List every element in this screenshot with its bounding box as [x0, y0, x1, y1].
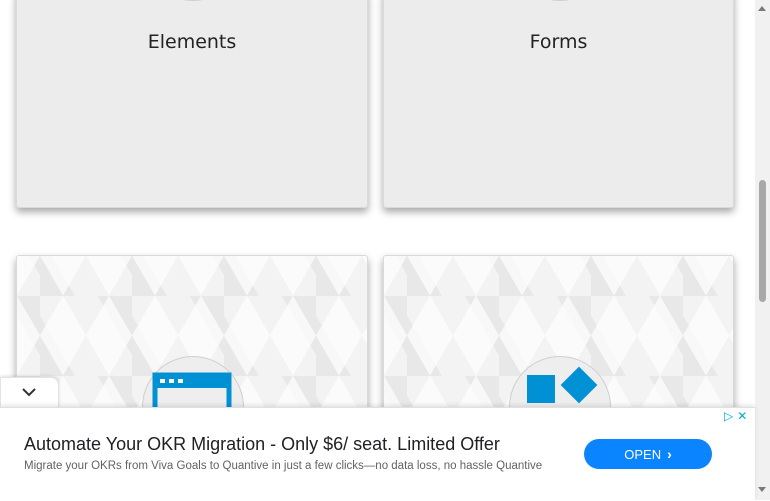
close-icon[interactable]: ✕ — [737, 408, 747, 424]
scroll-up-arrow-icon[interactable] — [758, 6, 766, 11]
card-elements[interactable]: Elements — [16, 0, 368, 208]
ad-banner[interactable]: ▷ ✕ Automate Your OKR Migration - Only $… — [0, 407, 755, 501]
scroll-down-arrow-icon[interactable] — [758, 487, 766, 492]
ad-description: Migrate your OKRs from Viva Goals to Qua… — [24, 460, 543, 472]
ad-choices[interactable]: ▷ ✕ — [724, 408, 754, 424]
ad-open-button[interactable]: OPEN › — [584, 439, 712, 469]
ad-collapse-toggle[interactable] — [0, 377, 59, 408]
card-forms[interactable]: Forms — [383, 0, 734, 208]
ad-headline[interactable]: Automate Your OKR Migration - Only $6/ s… — [24, 434, 500, 455]
scrollbar-thumb[interactable] — [759, 180, 766, 302]
chevron-right-icon: › — [667, 446, 672, 462]
card-title: Forms — [529, 31, 588, 53]
adchoices-icon[interactable]: ▷ — [724, 408, 733, 424]
card-icon-circle — [508, 0, 611, 1]
card-title: Elements — [147, 31, 237, 53]
card-icon-circle — [142, 0, 244, 1]
ad-open-label: OPEN — [624, 446, 662, 462]
chevron-down-icon — [22, 388, 36, 397]
vertical-scrollbar[interactable] — [755, 0, 770, 500]
